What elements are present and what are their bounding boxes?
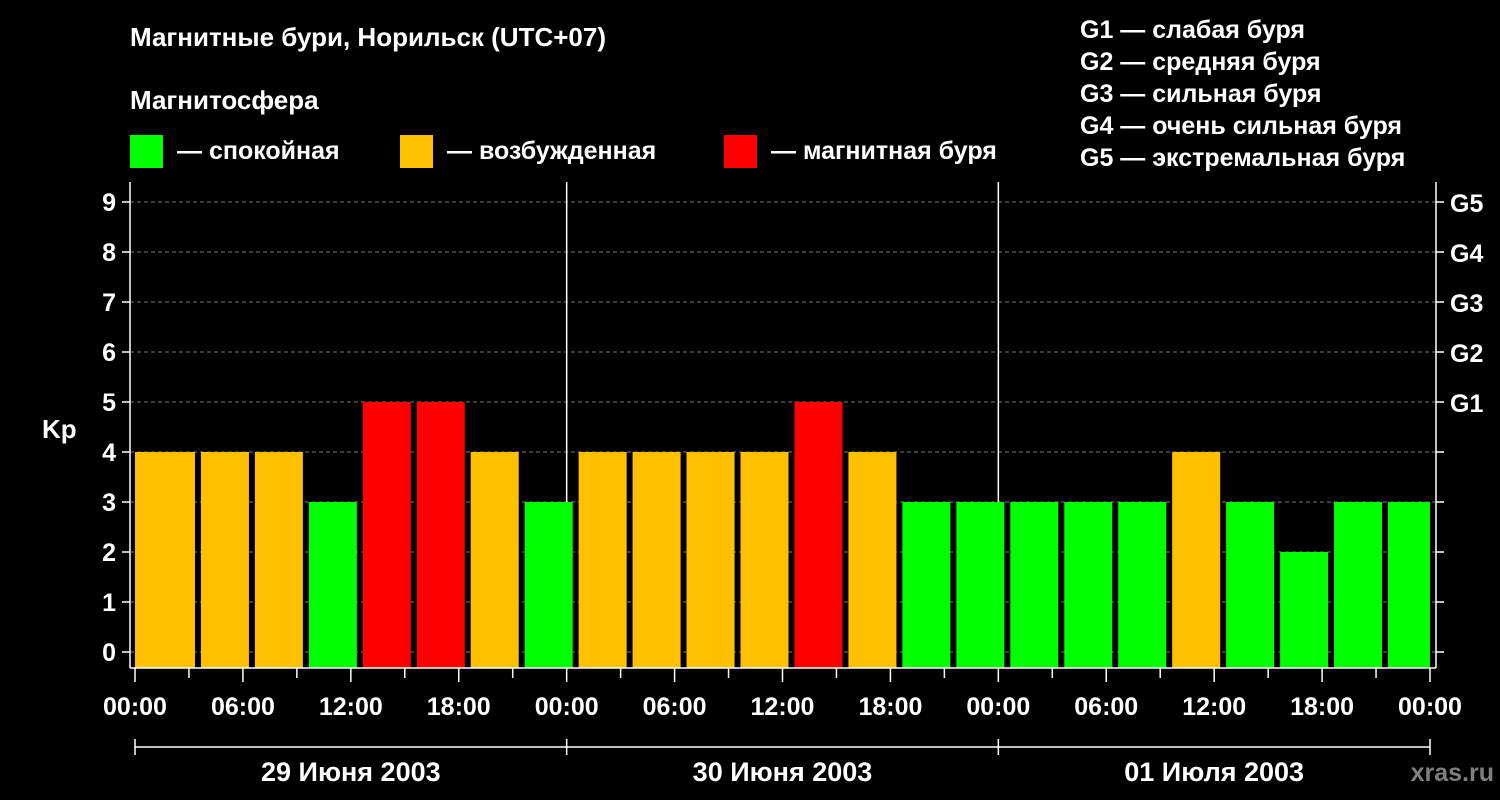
kp-bar-16 [956,502,1005,668]
watermark: xras.ru [1411,759,1494,787]
x-tick-label-3: 18:00 [427,693,491,721]
x-tick-label-1: 06:00 [211,693,275,721]
kp-bar-20 [1172,452,1221,668]
day-label-0: 29 Июня 2003 [261,757,441,787]
x-tick-label-6: 12:00 [751,693,815,721]
kp-bar-23 [1334,502,1383,668]
kp-bar-4 [308,502,357,668]
y-tick-label-2: 2 [102,539,116,567]
y-tick-label-0: 0 [102,639,116,667]
y-axis-label: Kp [42,414,77,444]
kp-bar-2 [200,452,249,668]
kp-bar-14 [848,452,897,668]
y-tick-label-7: 7 [102,289,116,317]
kp-bar-21 [1226,502,1275,668]
x-tick-label-4: 00:00 [535,693,599,721]
x-tick-label-2: 12:00 [319,693,383,721]
kp-bar-11 [686,452,735,668]
y-tick-label-9: 9 [102,189,116,217]
x-tick-label-7: 18:00 [858,693,922,721]
kp-bar-7 [470,452,519,668]
kp-bar-6 [416,402,465,668]
kp-bar-19 [1118,502,1167,668]
kp-bar-22 [1280,552,1329,668]
day-label-1: 30 Июня 2003 [693,757,873,787]
y-tick-label-8: 8 [102,239,116,267]
y-tick-label-1: 1 [102,589,116,617]
kp-bar-10 [632,452,681,668]
kp-bar-9 [578,452,627,668]
g-scale-label-g2: G2 [1450,340,1483,368]
kp-bar-13 [794,402,843,668]
g-scale-label-g4: G4 [1450,240,1483,268]
x-tick-label-5: 06:00 [643,693,707,721]
x-tick-label-8: 00:00 [966,693,1030,721]
y-tick-label-5: 5 [102,389,116,417]
x-tick-label-9: 06:00 [1074,693,1138,721]
kp-bar-17 [1010,502,1059,668]
y-tick-label-4: 4 [102,439,116,467]
kp-bar-3 [254,452,303,668]
x-tick-label-0: 00:00 [103,693,167,721]
g-scale-label-g1: G1 [1450,390,1483,418]
kp-bar-15 [902,502,951,668]
kp-chart: 0 1 2 3 4 5 6 7 8 9 G1 G2 G3 G4 G5 Kp 00:00 06:00 12:00 18:… [42,182,1494,787]
kp-bar-5 [362,402,411,668]
kp-bar-24 [1388,502,1430,668]
kp-bar-8 [524,502,573,668]
kp-bar-12 [740,452,789,668]
kp-bar-18 [1064,502,1113,668]
y-tick-label-6: 6 [102,339,116,367]
g-scale-label-g5: G5 [1450,190,1483,218]
x-tick-label-12: 00:00 [1398,693,1462,721]
y-tick-label-3: 3 [102,489,116,517]
x-tick-label-10: 12:00 [1182,693,1246,721]
x-tick-label-11: 18:00 [1290,693,1354,721]
kp-bar-1 [146,452,195,668]
day-label-2: 01 Июля 2003 [1124,757,1304,787]
g-scale-label-g3: G3 [1450,290,1483,318]
